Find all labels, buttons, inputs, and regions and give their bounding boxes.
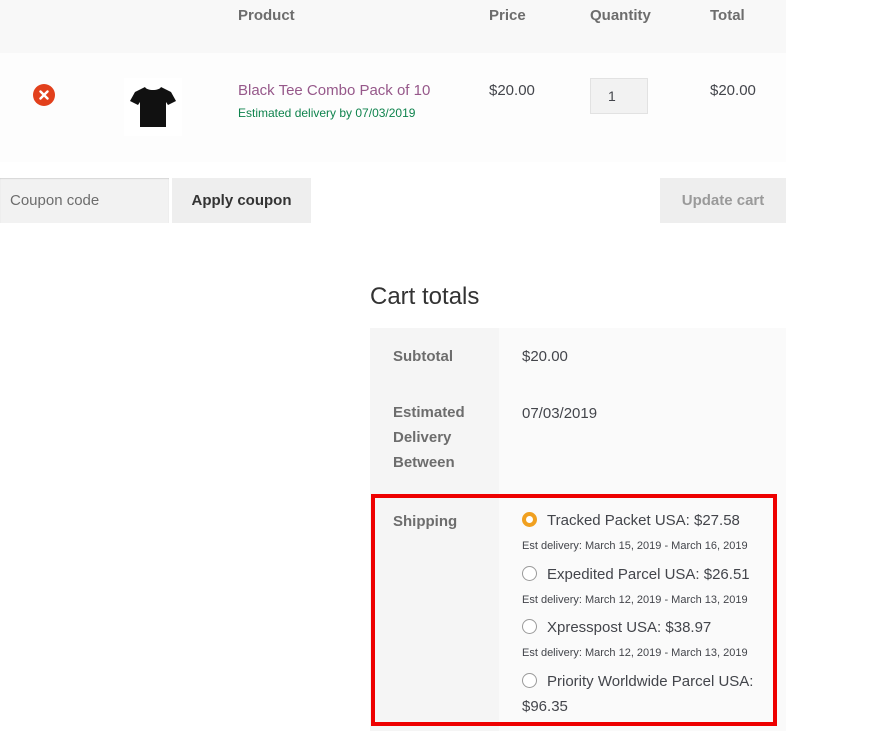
item-total: $20.00 [710, 82, 756, 99]
est-delivery-label-line2: Delivery [393, 429, 452, 446]
est-delivery-value-cell [499, 386, 786, 490]
subtotal-value: $20.00 [522, 348, 568, 365]
coupon-code-input[interactable] [0, 178, 169, 223]
quantity-input[interactable]: 1 [590, 78, 648, 114]
subtotal-label-cell: Subtotal [370, 328, 499, 386]
est-delivery-value: 07/03/2019 [522, 405, 598, 422]
cart-table-header: Product Price Quantity Total [0, 0, 786, 53]
update-cart-button[interactable]: Update cart [660, 178, 786, 223]
tshirt-icon [130, 87, 176, 127]
apply-coupon-button[interactable]: Apply coupon [172, 178, 311, 223]
quantity-column-header: Quantity [590, 7, 651, 24]
est-delivery-label-line1: Estimated [393, 404, 465, 421]
total-column-header: Total [710, 7, 745, 24]
product-thumbnail[interactable] [124, 78, 182, 136]
item-price: $20.00 [489, 82, 535, 99]
item-estimated-delivery: Estimated delivery by 07/03/2019 [238, 106, 416, 120]
subtotal-label: Subtotal [393, 348, 453, 365]
price-column-header: Price [489, 7, 526, 24]
shipping-highlight-box [371, 494, 777, 726]
est-delivery-label-line3: Between [393, 454, 455, 471]
est-delivery-label-cell: Estimated Delivery Between [370, 386, 499, 490]
cart-totals-title: Cart totals [370, 283, 480, 310]
product-name-link[interactable]: Black Tee Combo Pack of 10 [238, 82, 430, 99]
cart-item-row: Black Tee Combo Pack of 10 Estimated del… [0, 53, 786, 162]
remove-icon[interactable] [33, 84, 55, 106]
product-column-header: Product [238, 7, 295, 24]
